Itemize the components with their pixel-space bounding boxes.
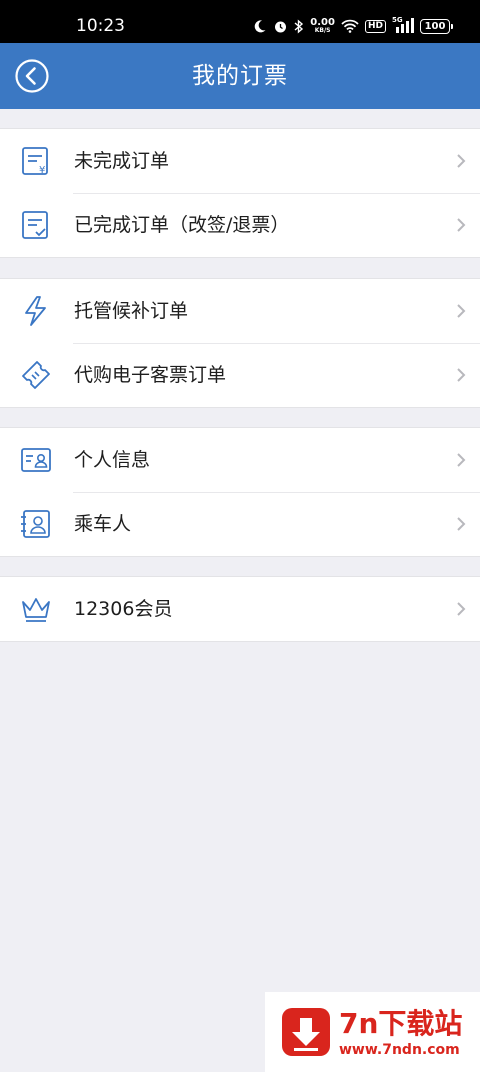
menu-item-label: 托管候补订单 (74, 300, 189, 322)
menu-item-completed-orders[interactable]: 已完成订单（改签/退票） (0, 193, 480, 257)
chevron-right-icon (457, 368, 466, 382)
ticket-icon (22, 361, 50, 389)
net-speed: 0.00 KB/S (310, 17, 335, 35)
status-bar: 10:23 0.00 KB/S HD 5G 100 (0, 0, 480, 43)
wifi-icon (341, 19, 359, 33)
menu-item-label: 未完成订单 (74, 150, 170, 172)
menu-item-label: 12306会员 (74, 598, 173, 620)
menu-item-12306-member[interactable]: 12306会员 (0, 577, 480, 641)
lightning-icon (25, 296, 46, 326)
menu-item-label: 乘车人 (74, 513, 132, 535)
signal-icon: 5G (392, 16, 414, 34)
menu-group-profile: 个人信息 乘车人 (0, 427, 480, 557)
menu-item-proxy-ticket-orders[interactable]: 代购电子客票订单 (0, 343, 480, 407)
watermark: 7n下载站 www.7ndn.com (265, 992, 480, 1072)
crown-icon (22, 598, 50, 622)
menu-group-orders: ¥ 未完成订单 已完成订单（改签/退票） (0, 128, 480, 258)
alarm-icon (275, 21, 287, 32)
moon-icon (255, 20, 266, 33)
chevron-right-icon (457, 154, 466, 168)
passenger-icon (21, 510, 50, 538)
menu-item-label: 代购电子客票订单 (74, 364, 227, 386)
unpaid-order-icon: ¥ (22, 147, 48, 176)
menu-item-label: 已完成订单（改签/退票） (74, 214, 290, 236)
menu-group-membership: 12306会员 (0, 576, 480, 642)
app-header: 我的订票 (0, 43, 480, 109)
menu-item-personal-info[interactable]: 个人信息 (0, 428, 480, 492)
page-title: 我的订票 (192, 63, 288, 89)
id-card-icon (21, 448, 51, 472)
watermark-title: 7n下载站 (339, 1007, 463, 1040)
menu-item-label: 个人信息 (74, 449, 151, 471)
menu-item-standby-orders[interactable]: 托管候补订单 (0, 279, 480, 343)
status-time: 10:23 (76, 16, 125, 36)
chevron-right-icon (457, 517, 466, 531)
chevron-right-icon (457, 304, 466, 318)
download-logo-icon (282, 1008, 330, 1056)
hd-badge: HD (364, 19, 386, 33)
net-speed-value: 0.00 (310, 17, 335, 28)
net-speed-unit: KB/S (314, 27, 331, 34)
watermark-url: www.7ndn.com (339, 1042, 460, 1058)
status-icons: 0.00 KB/S HD 5G 100 (253, 15, 453, 37)
menu-item-unfinished-orders[interactable]: ¥ 未完成订单 (0, 129, 480, 193)
bluetooth-icon (294, 18, 304, 34)
completed-order-icon (22, 211, 48, 239)
chevron-right-icon (457, 218, 466, 232)
battery-icon: 100 (420, 18, 453, 34)
chevron-right-icon (457, 602, 466, 616)
svg-text:¥: ¥ (39, 165, 45, 176)
menu-item-passengers[interactable]: 乘车人 (0, 492, 480, 556)
menu-group-special-orders: 托管候补订单 代购电子客票订单 (0, 278, 480, 408)
chevron-right-icon (457, 453, 466, 467)
